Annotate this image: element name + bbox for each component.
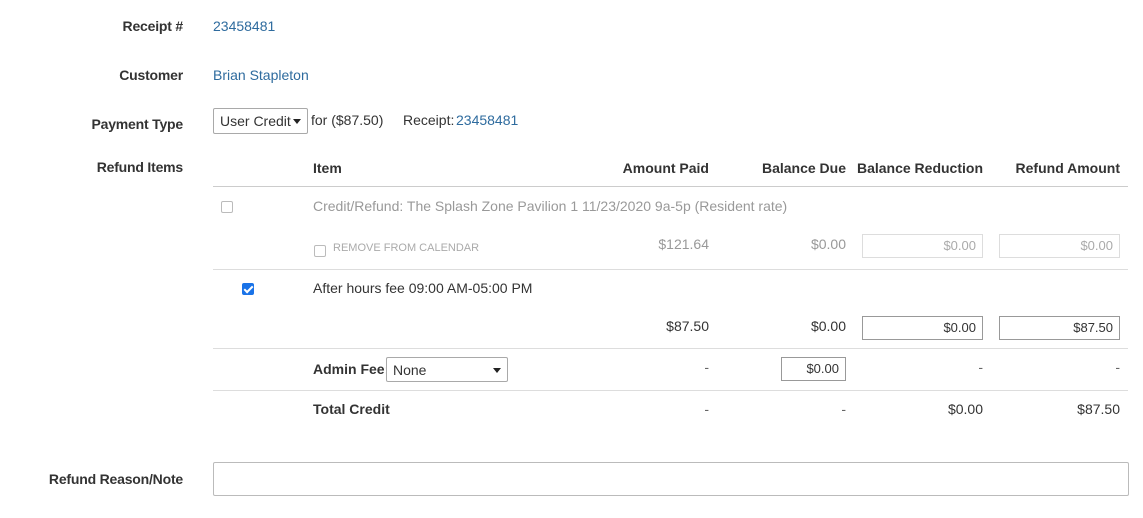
row-2-item-name: After hours fee 09:00 AM-05:00 PM [313, 280, 533, 296]
row-1-amount-paid: $121.64 [658, 236, 709, 252]
remove-from-calendar-checkbox[interactable] [314, 245, 326, 257]
total-balance-due: - [841, 401, 846, 417]
col-header-refund-amount: Refund Amount [1015, 160, 1120, 176]
payment-receipt-label: Receipt: [403, 112, 455, 128]
admin-fee-refund-amount: - [1115, 359, 1120, 375]
row-1-divider [213, 269, 1128, 270]
refund-items-label: Refund Items [96, 159, 183, 175]
row-1-item-name: Credit/Refund: The Splash Zone Pavilion … [313, 198, 788, 214]
col-header-balance-due: Balance Due [761, 160, 846, 176]
payment-for-amount: for ($87.50) [311, 112, 384, 128]
refund-note-label: Refund Reason/Note [48, 471, 183, 487]
row-1-checkbox[interactable] [221, 201, 233, 213]
total-balance-reduction: $0.00 [947, 401, 983, 417]
payment-type-label: Payment Type [91, 116, 184, 132]
row-1-refund-amount-input[interactable]: $0.00 [999, 234, 1120, 258]
receipt-number-link[interactable]: 23458481 [213, 18, 275, 34]
row-1-balance-reduction-input[interactable]: $0.00 [862, 234, 983, 258]
payment-type-select[interactable]: User Credit [213, 108, 308, 134]
admin-fee-amount-paid: - [704, 359, 709, 375]
row-2-checkbox[interactable] [242, 283, 254, 295]
admin-fee-balance-reduction: - [978, 359, 983, 375]
payment-type-value: User Credit [220, 113, 291, 129]
remove-from-calendar-label: REMOVE FROM CALENDAR [333, 242, 480, 254]
admin-fee-select[interactable]: None [386, 357, 508, 382]
dropdown-caret-icon [493, 367, 501, 373]
col-header-item: Item [313, 160, 342, 176]
row-2-amount-paid: $87.50 [666, 318, 709, 334]
admin-fee-value: None [393, 361, 427, 378]
row-1-balance-due: $0.00 [810, 236, 846, 252]
refund-note-input[interactable] [213, 462, 1129, 496]
total-refund-amount: $87.50 [1077, 401, 1120, 417]
admin-fee-divider [213, 390, 1128, 391]
receipt-label: Receipt # [122, 18, 184, 34]
customer-label: Customer [119, 67, 183, 83]
col-header-amount-paid: Amount Paid [622, 160, 709, 176]
total-credit-label: Total Credit [313, 401, 390, 417]
total-amount-paid: - [704, 401, 709, 417]
col-header-balance-reduction: Balance Reduction [856, 160, 983, 176]
row-2-divider [213, 348, 1128, 349]
payment-receipt-link[interactable]: 23458481 [456, 112, 518, 128]
table-header-divider [213, 186, 1128, 187]
admin-fee-balance-due-input[interactable]: $0.00 [781, 357, 846, 381]
row-2-refund-amount-input[interactable]: $87.50 [999, 316, 1120, 340]
admin-fee-label: Admin Fee: [313, 361, 390, 377]
row-2-balance-reduction-input[interactable]: $0.00 [862, 316, 983, 340]
customer-name-link[interactable]: Brian Stapleton [213, 67, 309, 83]
row-2-balance-due: $0.00 [810, 318, 846, 334]
dropdown-caret-icon [293, 119, 301, 124]
